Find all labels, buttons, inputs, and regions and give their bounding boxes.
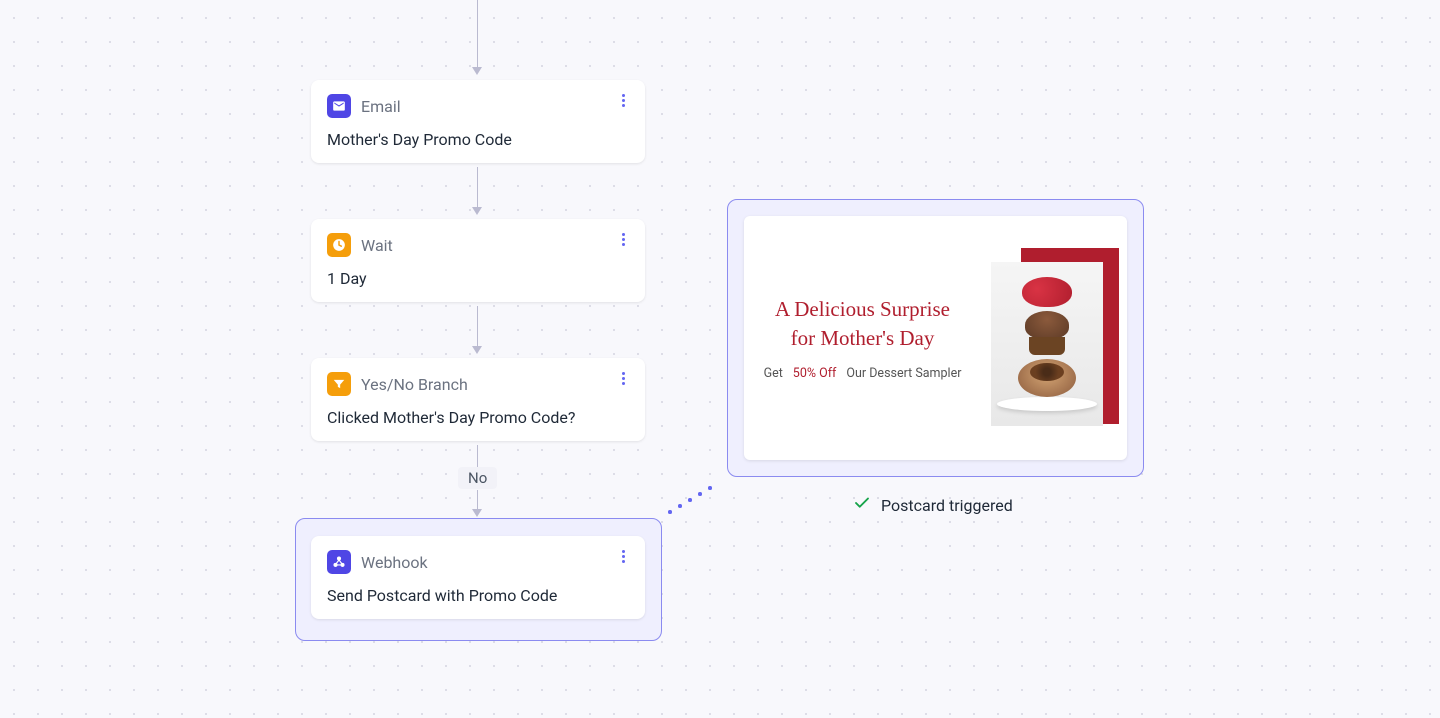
connector-top xyxy=(477,0,478,67)
postcard-image xyxy=(973,216,1113,460)
check-icon xyxy=(853,494,871,516)
node-title: Send Postcard with Promo Code xyxy=(327,586,629,605)
kebab-menu-icon[interactable] xyxy=(613,546,633,566)
node-email[interactable]: Email Mother's Day Promo Code xyxy=(311,80,645,163)
filter-icon xyxy=(327,372,351,396)
node-title: Mother's Day Promo Code xyxy=(327,130,629,149)
arrow-head-1 xyxy=(472,67,482,75)
postcard-title: A Delicious Surprise for Mother's Day xyxy=(758,295,967,352)
node-type-label: Webhook xyxy=(361,553,428,572)
status-text: Postcard triggered xyxy=(881,496,1013,515)
node-type-label: Yes/No Branch xyxy=(361,375,468,394)
postcard-preview-frame: A Delicious Surprise for Mother's Day Ge… xyxy=(727,199,1144,477)
kebab-menu-icon[interactable] xyxy=(613,229,633,249)
postcard-preview: A Delicious Surprise for Mother's Day Ge… xyxy=(744,216,1127,460)
connector-1-2 xyxy=(477,167,478,207)
arrow-head-3 xyxy=(472,346,482,354)
node-branch[interactable]: Yes/No Branch Clicked Mother's Day Promo… xyxy=(311,358,645,441)
status-postcard-triggered: Postcard triggered xyxy=(853,494,1013,516)
connector-label-4 xyxy=(477,490,478,509)
clock-icon xyxy=(327,233,351,257)
node-type-label: Wait xyxy=(361,236,393,255)
kebab-menu-icon[interactable] xyxy=(613,90,633,110)
connector-3-label xyxy=(477,445,478,467)
node-wait[interactable]: Wait 1 Day xyxy=(311,219,645,302)
node-title: 1 Day xyxy=(327,269,629,288)
node-type-label: Email xyxy=(361,97,401,116)
kebab-menu-icon[interactable] xyxy=(613,368,633,388)
arrow-head-2 xyxy=(472,207,482,215)
webhook-icon xyxy=(327,550,351,574)
arrow-head-4 xyxy=(472,509,482,517)
postcard-subtitle: Get 50% Off Our Dessert Sampler xyxy=(758,366,967,381)
email-icon xyxy=(327,94,351,118)
branch-label-no: No xyxy=(458,467,497,489)
dotted-connector xyxy=(668,484,716,514)
connector-2-3 xyxy=(477,306,478,346)
node-title: Clicked Mother's Day Promo Code? xyxy=(327,408,629,427)
node-webhook[interactable]: Webhook Send Postcard with Promo Code xyxy=(311,536,645,619)
